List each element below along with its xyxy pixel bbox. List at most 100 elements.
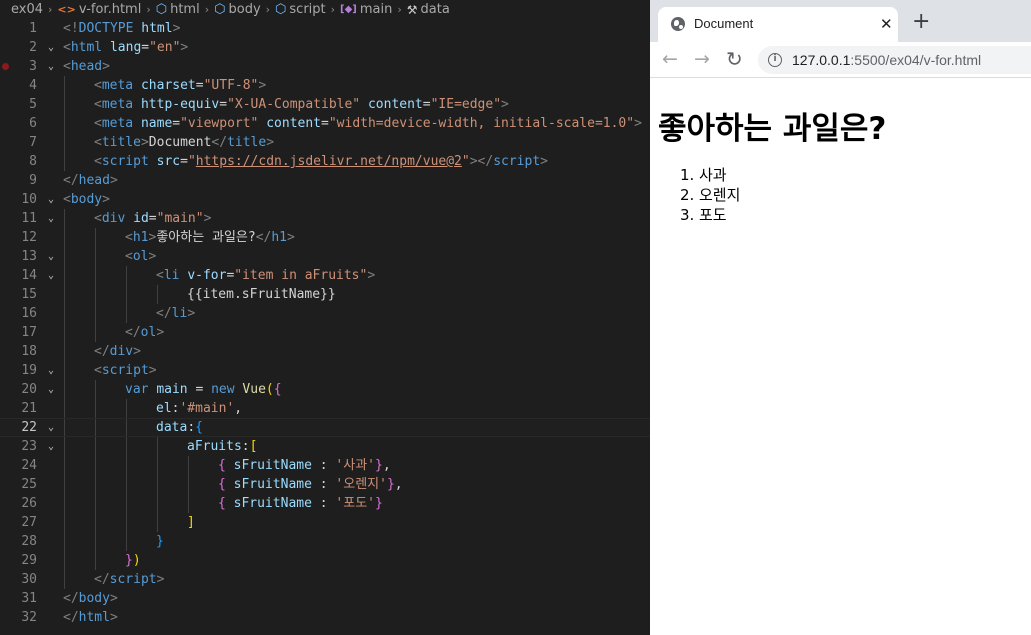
code-line[interactable]: 16 </li> bbox=[0, 304, 650, 323]
code-line[interactable]: 8 <script src="https://cdn.jsdelivr.net/n… bbox=[0, 152, 650, 171]
code-token: > bbox=[140, 135, 149, 150]
indent-guide bbox=[126, 419, 127, 436]
code-line[interactable]: 12 <h1>좋아하는 과일은?</h1> bbox=[0, 228, 650, 247]
code-line[interactable]: 10 ⌄ <body> bbox=[0, 190, 650, 209]
code-line[interactable]: 27] bbox=[0, 513, 650, 532]
fold-chevron-icon[interactable]: ⌄ bbox=[45, 266, 57, 285]
code-token: < bbox=[125, 230, 133, 245]
fold-chevron-icon[interactable]: ⌄ bbox=[45, 380, 57, 399]
line-number: 9 bbox=[29, 173, 37, 188]
code-text: }) bbox=[125, 551, 141, 570]
code-line[interactable]: 20 ⌄ var main = new Vue({ bbox=[0, 380, 650, 399]
code-line[interactable]: 14 ⌄ <li v-for="item in aFruits"> bbox=[0, 266, 650, 285]
indent-guide bbox=[95, 494, 96, 513]
code-line[interactable]: 18 </div> bbox=[0, 342, 650, 361]
code-line[interactable]: 22 ⌄ data:{ bbox=[0, 418, 650, 437]
code-token: = bbox=[321, 116, 329, 131]
code-line[interactable]: 3 ⌄ <head> bbox=[0, 57, 650, 76]
tab-document[interactable]: Document ✕ bbox=[658, 7, 898, 42]
code-line[interactable]: 2 ⌄ <html lang="en"> bbox=[0, 38, 650, 57]
indent-guide bbox=[64, 513, 65, 532]
code-line[interactable]: 30 </script> bbox=[0, 570, 650, 589]
code-line[interactable]: 29}) bbox=[0, 551, 650, 570]
code-line[interactable]: 17 </ol> bbox=[0, 323, 650, 342]
code-line[interactable]: 5 <meta http-equiv="X-UA-Compatible" cont… bbox=[0, 95, 650, 114]
code-text: <body> bbox=[63, 190, 110, 209]
fold-chevron-icon[interactable]: ⌄ bbox=[45, 437, 57, 456]
code-token: > bbox=[266, 135, 275, 150]
code-line[interactable]: 23 ⌄ aFruits:[ bbox=[0, 437, 650, 456]
code-line[interactable]: 13 ⌄ <ol> bbox=[0, 247, 650, 266]
fold-chevron-icon[interactable]: ⌄ bbox=[45, 247, 57, 266]
code-line[interactable]: 7 <title>Document</title> bbox=[0, 133, 650, 152]
line-number: 23 bbox=[21, 439, 37, 454]
code-token: < bbox=[94, 154, 102, 169]
code-token: v-for bbox=[187, 268, 227, 283]
code-line[interactable]: 21 el:'#main', bbox=[0, 399, 650, 418]
code-token: > bbox=[156, 325, 165, 340]
code-line[interactable]: 28} bbox=[0, 532, 650, 551]
code-token: = bbox=[180, 154, 188, 169]
breadcrumb-label: main bbox=[359, 2, 393, 17]
code-text: <title>Document</title> bbox=[94, 133, 274, 152]
code-line[interactable]: 11 ⌄ <div id="main"> bbox=[0, 209, 650, 228]
address-bar[interactable]: i 127.0.0.1:5500/ex04/v-for.html bbox=[758, 46, 1031, 74]
close-tab-icon[interactable]: ✕ bbox=[880, 14, 893, 34]
code-line[interactable]: 15 {{item.sFruitName}} bbox=[0, 285, 650, 304]
code-line[interactable]: 6 <meta name="viewport" content="width=de… bbox=[0, 114, 650, 133]
breadcrumb-item[interactable]: [◆] main bbox=[340, 2, 392, 17]
line-number: 31 bbox=[21, 591, 37, 606]
indent-guide bbox=[95, 513, 96, 532]
indent-guide bbox=[64, 76, 65, 95]
reload-icon[interactable]: ↻ bbox=[726, 48, 743, 70]
breadcrumb-item[interactable]: <> v-for.html bbox=[57, 2, 141, 17]
browser-window: Document ✕ + ← → ↻ i 127.0.0.1:5500/ex04… bbox=[650, 0, 1031, 635]
code-token: < bbox=[94, 135, 102, 150]
site-info-icon[interactable]: i bbox=[768, 53, 782, 67]
forward-arrow-icon[interactable]: → bbox=[694, 48, 710, 70]
fold-chevron-icon[interactable]: ⌄ bbox=[45, 419, 57, 436]
fold-chevron-icon[interactable]: ⌄ bbox=[45, 209, 57, 228]
url-text[interactable]: 127.0.0.1:5500/ex04/v-for.html bbox=[792, 52, 981, 68]
code-text: <head> bbox=[63, 57, 110, 76]
code-token: > bbox=[187, 306, 196, 321]
code-line[interactable]: 19 ⌄ <script> bbox=[0, 361, 650, 380]
code-editor[interactable]: ex04 › <> v-for.html › ⬡ html › ⬡ body › ⬡ script › [◆… bbox=[0, 0, 650, 635]
code-line[interactable]: 9 </head> bbox=[0, 171, 650, 190]
code-line[interactable]: 32 </html> bbox=[0, 608, 650, 627]
fold-chevron-icon[interactable]: ⌄ bbox=[45, 57, 57, 76]
code-line[interactable]: 4 <meta charset="UTF-8"> bbox=[0, 76, 650, 95]
new-tab-button[interactable]: + bbox=[912, 10, 930, 34]
breadcrumb-item[interactable]: ⬡ body bbox=[214, 2, 261, 17]
indent-guide bbox=[95, 437, 96, 456]
code-token: '포도' bbox=[335, 496, 375, 511]
breadcrumb-item[interactable]: ⚒ data bbox=[407, 2, 450, 17]
code-token: ) bbox=[132, 553, 141, 568]
code-token: https://cdn.jsdelivr.net/npm/vue@2 bbox=[195, 154, 462, 169]
fold-chevron-icon[interactable]: ⌄ bbox=[45, 38, 57, 57]
code-line[interactable]: 24 { sFruitName : '사과'}, bbox=[0, 456, 650, 475]
code-token: '#main' bbox=[179, 401, 235, 416]
code-line[interactable]: 31 </body> bbox=[0, 589, 650, 608]
code-token: ( bbox=[265, 382, 274, 397]
code-text: var main = new Vue({ bbox=[125, 380, 282, 399]
indent-guide bbox=[64, 399, 65, 418]
line-number: 27 bbox=[21, 515, 37, 530]
code-line[interactable]: 25 { sFruitName : '오렌지'}, bbox=[0, 475, 650, 494]
breadcrumb-item[interactable]: ⬡ script bbox=[275, 2, 326, 17]
code-line[interactable]: 1 <!DOCTYPE html> bbox=[0, 19, 650, 38]
breadcrumb-item[interactable]: ⬡ html bbox=[156, 2, 200, 17]
line-number: 6 bbox=[29, 116, 37, 131]
back-arrow-icon[interactable]: ← bbox=[662, 48, 678, 70]
code-lines[interactable]: 1 <!DOCTYPE html> 2 ⌄ <html lang="en"> 3 ⌄ <hea… bbox=[0, 19, 650, 627]
html-file-icon: <> bbox=[57, 3, 76, 16]
globe-icon bbox=[671, 17, 685, 31]
fold-chevron-icon[interactable]: ⌄ bbox=[45, 190, 57, 209]
breadcrumb-item[interactable]: ex04 bbox=[11, 2, 43, 17]
code-line[interactable]: 26 { sFruitName : '포도'} bbox=[0, 494, 650, 513]
fold-chevron-icon[interactable]: ⌄ bbox=[45, 361, 57, 380]
indent-guide bbox=[126, 437, 127, 456]
line-number: 26 bbox=[21, 496, 37, 511]
breadcrumb-label: data bbox=[420, 2, 450, 17]
